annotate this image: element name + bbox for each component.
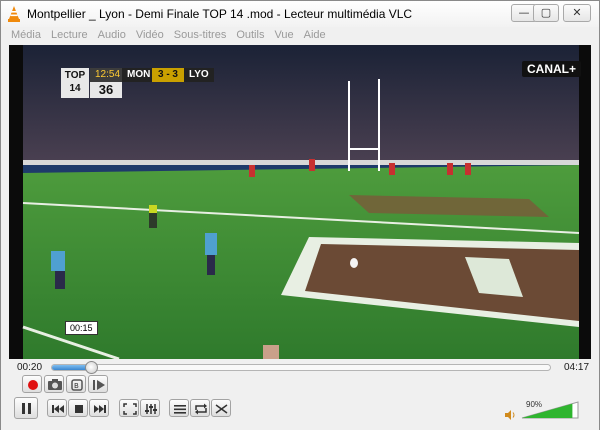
playlist-icon	[174, 405, 186, 414]
frame-step-icon	[93, 380, 105, 390]
logo-text-top: TOP	[64, 70, 86, 81]
menu-playback[interactable]: Lecture	[46, 27, 93, 43]
extended-settings-button[interactable]	[140, 399, 160, 417]
fullscreen-icon	[123, 403, 137, 415]
shuffle-button[interactable]	[211, 399, 231, 417]
top14-logo: TOP 14	[61, 68, 89, 98]
match-score: 3 - 3	[152, 68, 184, 82]
broadcaster-logo: CANAL+	[521, 61, 581, 77]
close-button[interactable]: ✕	[563, 4, 591, 22]
title-bar[interactable]: Montpellier _ Lyon - Demi Finale TOP 14 …	[1, 1, 599, 27]
frame-step-button[interactable]	[88, 375, 108, 393]
shuffle-icon	[215, 404, 228, 414]
stop-icon	[75, 405, 83, 413]
menu-audio[interactable]: Audio	[93, 27, 131, 43]
playlist-button[interactable]	[169, 399, 189, 417]
loop-icon	[195, 403, 207, 415]
menu-media[interactable]: Média	[6, 27, 46, 43]
elapsed-time: 00:20	[17, 362, 43, 373]
vlc-cone-icon	[8, 6, 20, 22]
vlc-window: Montpellier _ Lyon - Demi Finale TOP 14 …	[0, 0, 600, 430]
video-display[interactable]: TOP 14 12:54 MON 3 - 3 LYO 36 CANAL+ 00:…	[9, 45, 591, 359]
window-title: Montpellier _ Lyon - Demi Finale TOP 14 …	[27, 7, 413, 21]
total-time: 04:17	[564, 362, 590, 373]
menu-video[interactable]: Vidéo	[131, 27, 169, 43]
next-button[interactable]	[89, 399, 109, 417]
camera-icon	[48, 379, 62, 390]
home-team: MON	[122, 68, 152, 82]
seek-hover-tooltip: 00:15	[65, 321, 98, 335]
speaker-icon[interactable]	[504, 409, 516, 421]
logo-text-bottom: 14	[69, 83, 81, 94]
previous-icon	[52, 405, 64, 413]
fullscreen-button[interactable]	[119, 399, 139, 417]
loop-ab-button[interactable]: B	[66, 375, 86, 393]
loop-button[interactable]	[190, 399, 210, 417]
menu-tools[interactable]: Outils	[231, 27, 269, 43]
volume-slider[interactable]	[521, 401, 579, 419]
menu-help[interactable]: Aide	[299, 27, 331, 43]
snapshot-button[interactable]	[44, 375, 64, 393]
record-button[interactable]	[22, 375, 42, 393]
seek-slider[interactable]	[51, 361, 551, 374]
svg-text:B: B	[74, 382, 79, 390]
control-panel: 00:20 04:17 B 90%	[1, 359, 599, 430]
maximize-button[interactable]: ▢	[533, 4, 559, 22]
away-team: LYO	[184, 68, 214, 82]
stop-button[interactable]	[68, 399, 88, 417]
next-icon	[94, 405, 106, 413]
previous-button[interactable]	[47, 399, 67, 417]
seek-handle[interactable]	[84, 361, 98, 374]
loop-ab-icon: B	[71, 379, 83, 391]
equalizer-icon	[145, 404, 157, 414]
match-minute: 36	[90, 82, 122, 98]
match-clock: 12:54	[90, 68, 122, 82]
record-icon	[28, 380, 38, 390]
pause-icon	[22, 403, 31, 414]
menu-subtitles[interactable]: Sous-titres	[169, 27, 232, 43]
menu-bar: Média Lecture Audio Vidéo Sous-titres Ou…	[1, 27, 599, 45]
pause-button[interactable]	[14, 397, 38, 419]
menu-view[interactable]: Vue	[269, 27, 298, 43]
